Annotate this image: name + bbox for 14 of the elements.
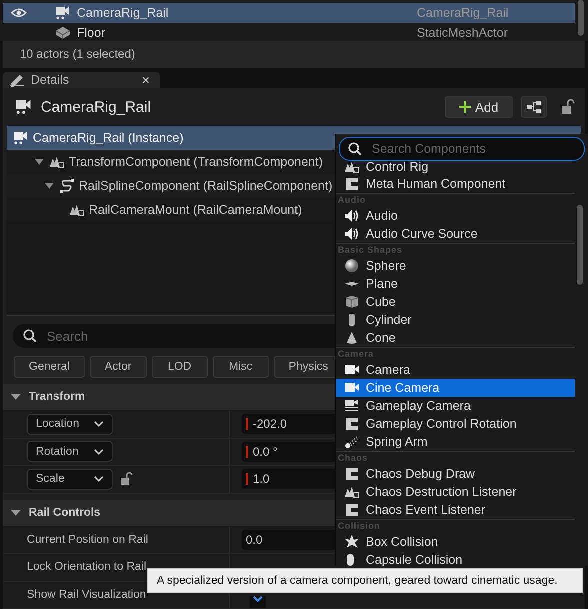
tooltip-text: A specialized version of a camera component, geared toward cinematic usage. <box>157 574 558 586</box>
component-name: TransformComponent (TransformComponent) <box>69 155 324 169</box>
actor-type: StaticMeshActor <box>417 26 510 40</box>
component-name: RailSplineComponent (RailSplineComponent) <box>79 179 333 193</box>
actor-count: 10 actors (1 selected) <box>20 47 136 62</box>
actor-type: CameraRig_Rail <box>417 6 510 20</box>
property-label: Current Position on Rail <box>27 534 148 546</box>
property-label: Lock Orientation to Rail <box>27 561 147 574</box>
component-name: CameraRig_Rail (Instance) <box>33 131 184 145</box>
property-label: Show Rail Visualization <box>27 588 146 601</box>
actor-title: CameraRig_Rail <box>41 98 152 116</box>
actor-name: CameraRig_Rail <box>77 6 170 20</box>
actor-name: Floor <box>77 26 106 40</box>
component-name: RailCameraMount (RailCameraMount) <box>89 203 302 217</box>
